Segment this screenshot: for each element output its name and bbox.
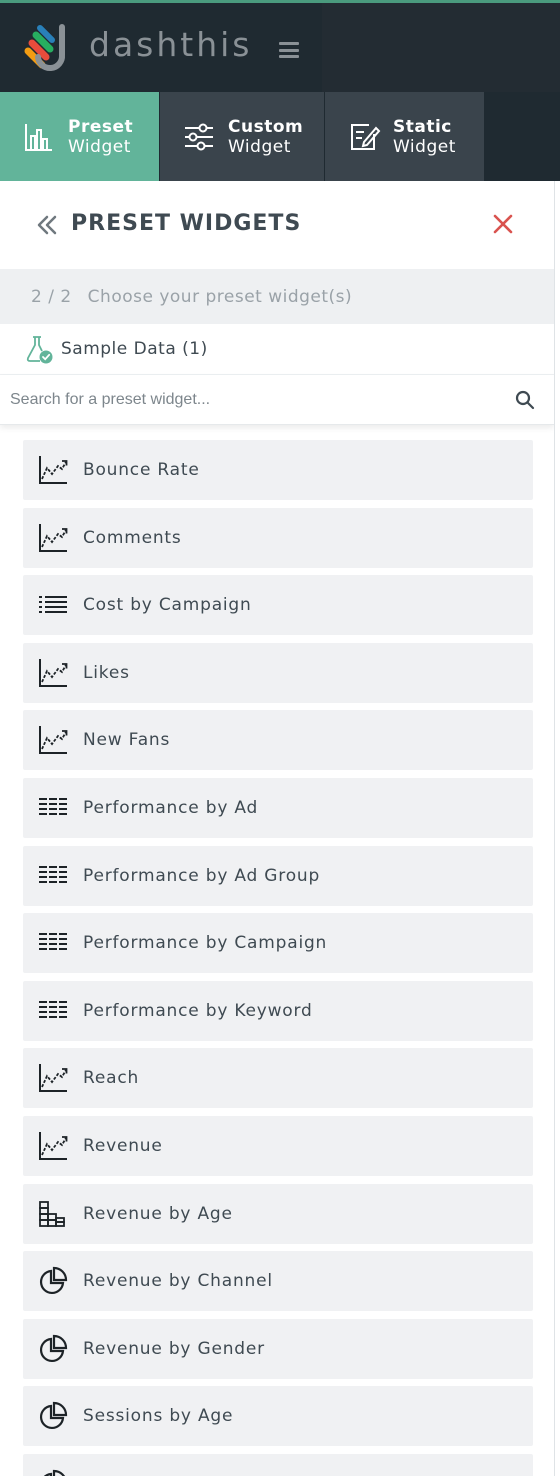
tab-custom-widget[interactable]: Custom Widget xyxy=(160,92,324,181)
panel-title: PRESET WIDGETS xyxy=(71,211,302,236)
tab-label-line2: Widget xyxy=(68,136,131,157)
widget-list-item[interactable]: Likes xyxy=(23,642,533,703)
widget-label: Comments xyxy=(83,527,182,548)
widget-list-item[interactable]: Performance by Ad Group xyxy=(23,845,533,906)
table-icon xyxy=(39,933,67,951)
widget-list-item[interactable]: Performance by Ad xyxy=(23,777,533,838)
double-chevron-left-icon[interactable] xyxy=(36,214,58,236)
line-chart-icon xyxy=(39,1131,68,1160)
widget-label: Performance by Keyword xyxy=(83,1000,313,1021)
widget-list-item[interactable]: Bounce Rate xyxy=(23,440,533,500)
widget-label: Performance by Ad Group xyxy=(83,865,321,886)
widget-label: Likes xyxy=(83,662,130,683)
pie-chart-icon xyxy=(39,1334,68,1362)
widget-label: Bounce Rate xyxy=(83,460,200,480)
dashthis-logo-icon[interactable] xyxy=(22,21,74,75)
tab-label-line2: Widget xyxy=(228,136,291,157)
table-icon xyxy=(39,865,67,883)
widget-list-item[interactable] xyxy=(23,1453,533,1476)
line-chart-icon xyxy=(39,658,68,687)
widget-label: Revenue by Age xyxy=(83,1203,233,1224)
tab-label-line1: Static xyxy=(393,116,452,137)
widget-label: New Fans xyxy=(83,730,171,751)
step-indicator: 2 / 2 Choose your preset widget(s) xyxy=(0,269,554,324)
widget-label: Performance by Ad xyxy=(83,797,259,818)
tab-label-line1: Custom xyxy=(228,116,304,137)
widget-label: Performance by Campaign xyxy=(83,933,328,954)
widget-label: Cost by Campaign xyxy=(83,595,252,616)
panel-header: PRESET WIDGETS xyxy=(0,181,554,269)
top-bar: dashthis xyxy=(0,0,560,92)
widget-list-item[interactable]: Revenue by Age xyxy=(23,1183,533,1244)
list-icon xyxy=(39,596,67,614)
step-description: Choose your preset widget(s) xyxy=(87,286,353,307)
widget-list-item[interactable]: Revenue xyxy=(23,1115,533,1176)
edit-note-icon xyxy=(351,123,381,150)
widget-list-item[interactable]: Revenue by Gender xyxy=(23,1318,533,1379)
tab-static-widget[interactable]: Static Widget xyxy=(325,92,484,181)
close-icon[interactable] xyxy=(492,213,514,235)
tab-label-line2: Widget xyxy=(393,136,456,157)
widget-list-item[interactable]: Performance by Campaign xyxy=(23,913,533,974)
bar-chart-icon xyxy=(25,123,52,151)
line-chart-icon xyxy=(39,523,68,552)
search-input[interactable] xyxy=(10,390,490,409)
table-icon xyxy=(39,1000,67,1018)
flask-check-icon xyxy=(26,336,53,364)
pie-chart-icon xyxy=(39,1402,68,1430)
widget-list-item[interactable]: Comments xyxy=(23,507,533,568)
line-chart-icon xyxy=(39,726,68,755)
data-source-label: Sample Data (1) xyxy=(61,339,208,359)
table-icon xyxy=(39,797,67,815)
tab-preset-widget[interactable]: Preset Widget xyxy=(0,92,159,181)
widget-label: Reach xyxy=(83,1068,140,1089)
widget-list-item[interactable]: Reach xyxy=(23,1048,533,1109)
widget-list-item[interactable]: Performance by Keyword xyxy=(23,980,533,1041)
pie-chart-icon xyxy=(39,1267,68,1295)
preset-widgets-panel: PRESET WIDGETS 2 / 2 Choose your preset … xyxy=(0,181,554,1476)
widget-label: Sessions by Age xyxy=(83,1406,234,1427)
preset-widget-list: Bounce Rate Comments Cost by Campaign Likes… xyxy=(23,440,533,1476)
widget-list-item[interactable]: Sessions by Age xyxy=(23,1386,533,1447)
top-bar-shade xyxy=(322,3,560,92)
stacked-bar-icon xyxy=(39,1200,65,1227)
search-bar xyxy=(0,375,554,425)
search-icon[interactable] xyxy=(515,390,535,410)
widget-list-item[interactable]: New Fans xyxy=(23,710,533,771)
menu-icon[interactable] xyxy=(279,42,299,58)
data-source-row[interactable]: Sample Data (1) xyxy=(0,324,554,375)
widget-label: Revenue xyxy=(83,1135,163,1156)
tab-label-line1: Preset xyxy=(68,116,134,137)
brand-name: dashthis xyxy=(89,25,253,64)
sliders-icon xyxy=(185,123,213,150)
pie-chart-icon xyxy=(43,1469,66,1476)
step-count: 2 / 2 xyxy=(31,286,72,307)
widget-type-tabs: Preset Widget Custom Widget Static Widge… xyxy=(0,92,560,181)
scrollbar-track[interactable] xyxy=(554,181,560,1476)
widget-list-item[interactable]: Revenue by Channel xyxy=(23,1251,533,1312)
widget-label: Revenue by Gender xyxy=(83,1338,265,1359)
line-chart-icon xyxy=(39,1064,68,1093)
widget-list-item[interactable]: Cost by Campaign xyxy=(23,575,533,636)
widget-label: Revenue by Channel xyxy=(83,1271,273,1292)
line-chart-icon xyxy=(39,456,68,484)
